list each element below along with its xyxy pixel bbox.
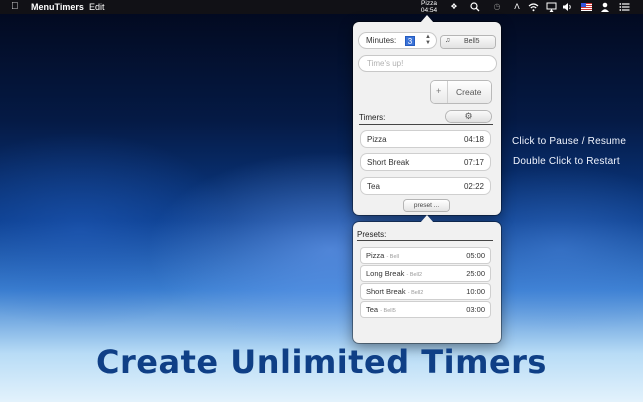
timer-time: 07:17 [463,158,484,167]
popover-arrow [420,215,434,223]
section-divider [357,240,493,241]
presets-popover: Presets: Pizza - Bell 05:00 Long Break -… [353,215,501,343]
timers-popover: Minutes: 3 ▲▼ ♫ Bell5 + Create Timers: ⚙… [353,15,501,215]
preset-row[interactable]: Short Break - Bell2 10:00 [361,284,490,299]
preset-button[interactable]: preset ... [404,200,449,211]
preset-name: Pizza [366,251,385,260]
timer-name: Short Break [367,158,410,167]
timer-name: Pizza [367,135,387,144]
timer-time: 04:18 [463,135,484,144]
preset-name: Short Break [366,287,406,296]
restart-hint: Double Click to Restart [513,156,620,167]
presets-title: Presets: [357,230,387,239]
popover-arrow [420,15,434,23]
message-input[interactable] [359,56,496,71]
timer-name: Tea [367,182,380,191]
volume-icon[interactable] [562,2,572,12]
list-icon[interactable] [619,2,630,12]
timer-time: 02:22 [463,182,484,191]
bluetooth-icon[interactable]: ᐱ [512,2,522,12]
minutes-stepper[interactable]: ▲ ▼ [425,34,431,46]
preset-sound: - Bell2 [407,290,424,296]
preset-time: 03:00 [466,305,485,314]
pause-hint: Click to Pause / Resume [512,136,627,147]
airplay-icon[interactable] [546,2,557,12]
spotlight-search-icon[interactable] [470,2,480,12]
apple-icon[interactable]:  [11,1,19,12]
dropbox-icon[interactable]: ❖ [449,2,459,12]
preset-name: Tea [366,305,379,314]
menubar-timer-status[interactable]: Pizza 04:54 [418,0,440,14]
app-menu[interactable]: MenuTimers [31,2,84,12]
sound-select-button[interactable]: ♫ Bell5 [441,36,495,48]
timer-row[interactable]: Short Break 07:17 [361,154,490,170]
create-label: Create [456,87,482,97]
preset-time: 25:00 [466,269,485,278]
settings-button[interactable]: ⚙ [446,111,491,122]
preset-sound: - Bell2 [406,272,423,278]
preset-name: Long Break [366,269,405,278]
minutes-value[interactable]: 3 [405,36,415,46]
divider [447,81,448,103]
timers-title: Timers: [359,113,386,122]
preset-time: 05:00 [466,251,485,260]
create-button[interactable]: + Create [431,81,491,103]
minutes-label: Minutes: [366,36,397,45]
edit-menu[interactable]: Edit [89,2,105,12]
music-note-icon: ♫ [445,37,451,44]
preset-row[interactable]: Tea - Bell5 03:00 [361,302,490,317]
preset-row[interactable]: Long Break - Bell2 25:00 [361,266,490,281]
timer-row[interactable]: Pizza 04:18 [361,131,490,147]
timer-row[interactable]: Tea 02:22 [361,178,490,194]
menubar-timer-time: 04:54 [420,7,438,14]
sound-name: Bell5 [464,38,480,45]
menubar-timer-name: Pizza [421,0,437,7]
preset-sound: - Bell5 [380,308,396,314]
headline: Create Unlimited Timers [96,343,547,381]
plus-icon: + [436,86,442,96]
preset-row[interactable]: Pizza - Bell 05:00 [361,248,490,263]
time-machine-icon[interactable]: ◷ [492,2,502,12]
section-divider [359,124,493,125]
preset-sound: - Bell [386,254,399,260]
preset-time: 10:00 [466,287,485,296]
minutes-field[interactable]: Minutes: 3 ▲ ▼ [359,33,436,48]
user-icon[interactable] [600,2,610,12]
menu-bar:  MenuTimers Edit Pizza 04:54 ❖ ◷ ᐱ [0,0,643,14]
gear-icon: ⚙ [464,111,473,121]
us-flag-icon[interactable] [581,3,592,11]
wifi-icon[interactable] [528,2,539,12]
